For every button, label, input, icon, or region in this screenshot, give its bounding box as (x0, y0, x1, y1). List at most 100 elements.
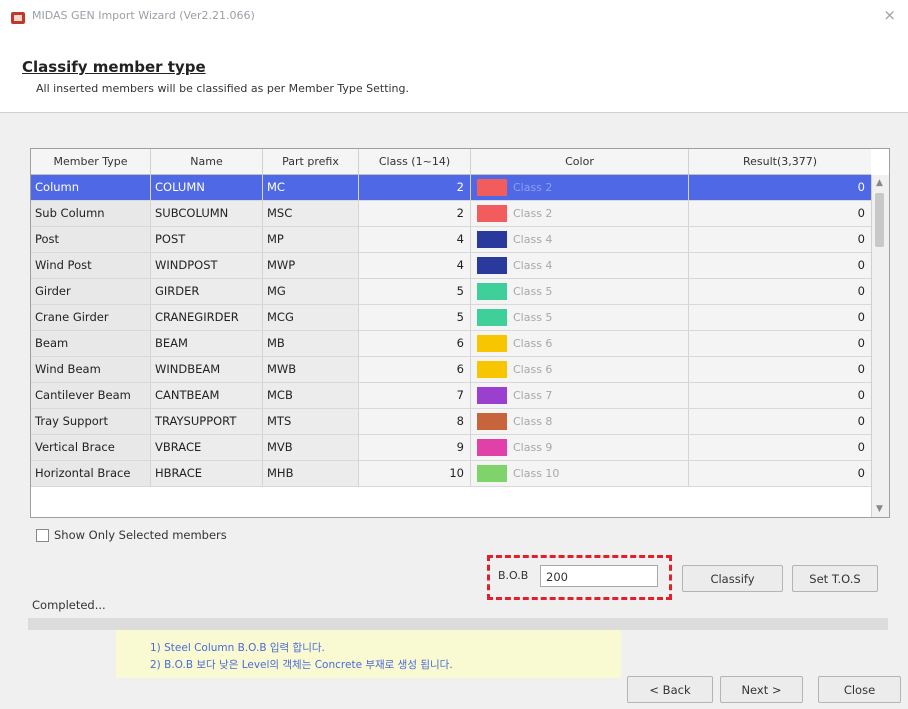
part-prefix-cell[interactable]: MWB (263, 357, 359, 382)
name-cell[interactable]: VBRACE (151, 435, 263, 460)
col-header-name[interactable]: Name (151, 149, 263, 174)
class-cell[interactable]: 2 (359, 175, 471, 200)
note-line-1: 1) Steel Column B.O.B 입력 합니다. (150, 642, 325, 654)
table-row[interactable]: Post POST MP 4 Class 4 0 (31, 227, 871, 253)
col-header-part-prefix[interactable]: Part prefix (263, 149, 359, 174)
part-prefix-cell[interactable]: MCG (263, 305, 359, 330)
table-row[interactable]: Horizontal Brace HBRACE MHB 10 Class 10 0 (31, 461, 871, 487)
table-row[interactable]: Tray Support TRAYSUPPORT MTS 8 Class 8 0 (31, 409, 871, 435)
table-row[interactable]: Cantilever Beam CANTBEAM MCB 7 Class 7 0 (31, 383, 871, 409)
classify-button[interactable]: Classify (682, 565, 783, 592)
back-button[interactable]: < Back (627, 676, 713, 703)
page-subtitle: All inserted members will be classified … (36, 82, 410, 95)
table-row[interactable]: Beam BEAM MB 6 Class 6 0 (31, 331, 871, 357)
title-bar: MIDAS GEN Import Wizard (Ver2.21.066) × (0, 0, 908, 34)
name-cell[interactable]: CANTBEAM (151, 383, 263, 408)
class-cell[interactable]: 6 (359, 331, 471, 356)
table-row[interactable]: Vertical Brace VBRACE MVB 9 Class 9 0 (31, 435, 871, 461)
scroll-down-icon[interactable]: ▼ (876, 504, 883, 514)
part-prefix-cell[interactable]: MP (263, 227, 359, 252)
scroll-up-icon[interactable]: ▲ (876, 178, 883, 188)
member-type-cell[interactable]: Cantilever Beam (31, 383, 151, 408)
name-cell[interactable]: BEAM (151, 331, 263, 356)
name-cell[interactable]: HBRACE (151, 461, 263, 486)
color-cell[interactable]: Class 5 (471, 279, 689, 304)
color-cell[interactable]: Class 7 (471, 383, 689, 408)
table-row[interactable]: Sub Column SUBCOLUMN MSC 2 Class 2 0 (31, 201, 871, 227)
color-cell[interactable]: Class 10 (471, 461, 689, 486)
part-prefix-cell[interactable]: MG (263, 279, 359, 304)
member-type-cell[interactable]: Horizontal Brace (31, 461, 151, 486)
color-swatch (477, 439, 507, 456)
member-type-cell[interactable]: Wind Post (31, 253, 151, 278)
class-cell[interactable]: 9 (359, 435, 471, 460)
member-type-cell[interactable]: Crane Girder (31, 305, 151, 330)
member-type-grid[interactable]: Member Type Name Part prefix Class (1~14… (30, 148, 890, 518)
color-cell[interactable]: Class 4 (471, 253, 689, 278)
class-cell[interactable]: 4 (359, 253, 471, 278)
grid-vertical-scrollbar[interactable]: ▲ ▼ (871, 175, 889, 517)
member-type-cell[interactable]: Column (31, 175, 151, 200)
table-row[interactable]: Column COLUMN MC 2 Class 2 0 (31, 175, 871, 201)
class-cell[interactable]: 4 (359, 227, 471, 252)
color-cell[interactable]: Class 6 (471, 357, 689, 382)
table-row[interactable]: Wind Post WINDPOST MWP 4 Class 4 0 (31, 253, 871, 279)
color-cell[interactable]: Class 8 (471, 409, 689, 434)
col-header-member-type[interactable]: Member Type (31, 149, 151, 174)
color-cell[interactable]: Class 6 (471, 331, 689, 356)
bob-input[interactable]: 200 (540, 565, 658, 587)
name-cell[interactable]: COLUMN (151, 175, 263, 200)
class-cell[interactable]: 10 (359, 461, 471, 486)
color-cell[interactable]: Class 5 (471, 305, 689, 330)
name-cell[interactable]: POST (151, 227, 263, 252)
name-cell[interactable]: CRANEGIRDER (151, 305, 263, 330)
name-cell[interactable]: WINDPOST (151, 253, 263, 278)
name-cell[interactable]: TRAYSUPPORT (151, 409, 263, 434)
table-row[interactable]: Wind Beam WINDBEAM MWB 6 Class 6 0 (31, 357, 871, 383)
class-cell[interactable]: 8 (359, 409, 471, 434)
member-type-cell[interactable]: Girder (31, 279, 151, 304)
color-cell[interactable]: Class 2 (471, 175, 689, 200)
part-prefix-cell[interactable]: MB (263, 331, 359, 356)
color-cell[interactable]: Class 2 (471, 201, 689, 226)
member-type-cell[interactable]: Post (31, 227, 151, 252)
col-header-class[interactable]: Class (1~14) (359, 149, 471, 174)
bob-label: B.O.B (498, 569, 529, 582)
class-cell[interactable]: 6 (359, 357, 471, 382)
table-row[interactable]: Crane Girder CRANEGIRDER MCG 5 Class 5 0 (31, 305, 871, 331)
part-prefix-cell[interactable]: MVB (263, 435, 359, 460)
show-only-selected-option[interactable]: Show Only Selected members (36, 528, 227, 542)
color-swatch (477, 205, 507, 222)
class-cell[interactable]: 2 (359, 201, 471, 226)
part-prefix-cell[interactable]: MSC (263, 201, 359, 226)
scrollbar-thumb[interactable] (875, 193, 884, 247)
member-type-cell[interactable]: Wind Beam (31, 357, 151, 382)
class-cell[interactable]: 5 (359, 305, 471, 330)
grid-rows: Column COLUMN MC 2 Class 2 0 Sub Column SUBCOLU… (31, 175, 871, 487)
set-tos-button[interactable]: Set T.O.S (792, 565, 878, 592)
member-type-cell[interactable]: Beam (31, 331, 151, 356)
next-button[interactable]: Next > (720, 676, 803, 703)
member-type-cell[interactable]: Tray Support (31, 409, 151, 434)
col-header-color[interactable]: Color (471, 149, 689, 174)
table-row[interactable]: Girder GIRDER MG 5 Class 5 0 (31, 279, 871, 305)
part-prefix-cell[interactable]: MHB (263, 461, 359, 486)
color-cell[interactable]: Class 9 (471, 435, 689, 460)
color-swatch (477, 465, 507, 482)
member-type-cell[interactable]: Vertical Brace (31, 435, 151, 460)
name-cell[interactable]: SUBCOLUMN (151, 201, 263, 226)
class-cell[interactable]: 5 (359, 279, 471, 304)
name-cell[interactable]: GIRDER (151, 279, 263, 304)
class-cell[interactable]: 7 (359, 383, 471, 408)
col-header-result[interactable]: Result(3,377) (689, 149, 871, 174)
part-prefix-cell[interactable]: MWP (263, 253, 359, 278)
name-cell[interactable]: WINDBEAM (151, 357, 263, 382)
show-only-selected-checkbox[interactable] (36, 528, 49, 542)
part-prefix-cell[interactable]: MC (263, 175, 359, 200)
color-cell[interactable]: Class 4 (471, 227, 689, 252)
part-prefix-cell[interactable]: MTS (263, 409, 359, 434)
close-button[interactable]: Close (818, 676, 901, 703)
close-window-icon[interactable]: × (883, 6, 896, 24)
part-prefix-cell[interactable]: MCB (263, 383, 359, 408)
member-type-cell[interactable]: Sub Column (31, 201, 151, 226)
